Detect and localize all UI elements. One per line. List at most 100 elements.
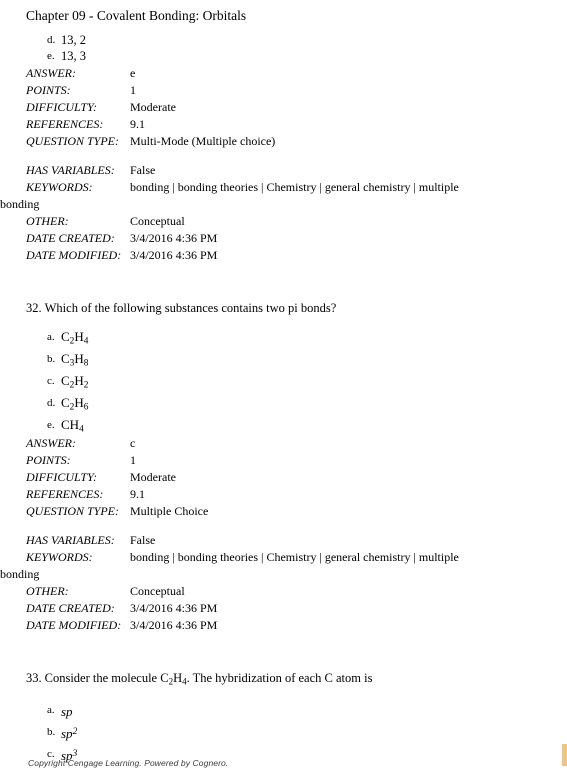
metadata-label: OTHER: bbox=[26, 584, 69, 598]
choice-text: 13, 2 bbox=[61, 33, 86, 47]
metadata-row-other: OTHER: Conceptual bbox=[0, 583, 567, 600]
metadata-value: c bbox=[130, 436, 136, 450]
metadata-label: POINTS: bbox=[26, 453, 71, 467]
metadata-row-question-type: QUESTION TYPE: Multiple Choice bbox=[0, 503, 567, 532]
metadata-value: 9.1 bbox=[130, 487, 145, 501]
metadata-row-question-type: QUESTION TYPE: Multi-Mode (Multiple choi… bbox=[0, 133, 567, 162]
footer-copyright: Copyright Cengage Learning. Powered by C… bbox=[28, 758, 229, 768]
metadata-row-date-created: DATE CREATED: 3/4/2016 4:36 PM bbox=[0, 230, 567, 247]
metadata-row-difficulty: DIFFICULTY: Moderate bbox=[0, 99, 567, 116]
formula-subscript: 8 bbox=[83, 358, 89, 369]
metadata-row-has-variables: HAS VARIABLES: False bbox=[0, 532, 567, 549]
metadata-label: REFERENCES: bbox=[26, 117, 104, 131]
metadata-label: DATE MODIFIED: bbox=[26, 618, 122, 632]
metadata-row-keywords: KEYWORDS: bonding | bonding theories | C… bbox=[0, 549, 567, 583]
metadata-row-points: POINTS: 1 bbox=[0, 452, 567, 469]
question-number: 33. bbox=[26, 671, 42, 685]
formula-subscript: 4 bbox=[79, 424, 84, 435]
metadata-row-date-modified: DATE MODIFIED: 3/4/2016 4:36 PM bbox=[0, 617, 567, 646]
formula-element: H bbox=[74, 395, 84, 410]
choice-letter: e. bbox=[47, 419, 55, 431]
list-item[interactable]: d. C2H6 bbox=[0, 390, 567, 412]
metadata-label: KEYWORDS: bbox=[26, 180, 93, 194]
formula-subscript: 6 bbox=[83, 402, 89, 413]
choice-letter: b. bbox=[47, 353, 56, 365]
question-33-choices: a. sp b. sp2 c. sp3 bbox=[0, 697, 567, 763]
hybridization-base: sp bbox=[61, 704, 73, 720]
formula-element: CH bbox=[61, 417, 80, 432]
formula-element: C bbox=[61, 351, 70, 366]
question-text-part3: . The hybridization of each C atom is bbox=[186, 671, 373, 685]
previous-question-choices: d. 13, 2 e. 13, 3 bbox=[0, 32, 567, 64]
list-item[interactable]: e. CH4 bbox=[0, 412, 567, 434]
question-text: Which of the following substances contai… bbox=[44, 301, 337, 315]
metadata-value: Conceptual bbox=[130, 584, 185, 598]
metadata-label: DATE CREATED: bbox=[26, 231, 115, 245]
metadata-value: e bbox=[130, 66, 136, 80]
list-item[interactable]: b. C3H8 bbox=[0, 346, 567, 368]
metadata-row-answer: ANSWER: e bbox=[0, 65, 567, 82]
list-item[interactable]: e. 13, 3 bbox=[0, 48, 567, 64]
formula-element: H bbox=[74, 373, 84, 388]
metadata-label: HAS VARIABLES: bbox=[26, 533, 115, 547]
metadata-label: DATE CREATED: bbox=[26, 601, 115, 615]
choice-letter: c. bbox=[47, 375, 55, 387]
metadata-label: DIFFICULTY: bbox=[26, 470, 97, 484]
question-text-part1: Consider the molecule C bbox=[44, 671, 169, 685]
choice-letter: b. bbox=[47, 726, 56, 739]
question-33-stem: 33. Consider the molecule C2H4. The hybri… bbox=[0, 670, 567, 690]
metadata-row-date-modified: DATE MODIFIED: 3/4/2016 4:36 PM bbox=[0, 247, 567, 276]
metadata-value: Multiple Choice bbox=[130, 504, 209, 518]
metadata-row-references: REFERENCES: 9.1 bbox=[0, 116, 567, 133]
choice-letter: d. bbox=[47, 397, 56, 409]
list-item[interactable]: c. C2H2 bbox=[0, 368, 567, 390]
metadata-value: False bbox=[130, 163, 156, 177]
metadata-label: QUESTION TYPE: bbox=[26, 504, 120, 518]
metadata-value: Moderate bbox=[130, 470, 176, 484]
metadata-value: 3/4/2016 4:36 PM bbox=[130, 231, 218, 245]
formula-subscript: 2 bbox=[83, 380, 89, 391]
metadata-block-question-32: ANSWER: c POINTS: 1 DIFFICULTY: Moderate… bbox=[0, 435, 567, 646]
metadata-label: QUESTION TYPE: bbox=[26, 134, 120, 148]
list-item[interactable]: d. 13, 2 bbox=[0, 32, 567, 48]
choice-letter: a. bbox=[47, 331, 55, 343]
choice-text: 13, 3 bbox=[61, 49, 86, 63]
metadata-label: REFERENCES: bbox=[26, 487, 104, 501]
metadata-row-other: OTHER: Conceptual bbox=[0, 213, 567, 230]
formula-element: H bbox=[74, 351, 84, 366]
metadata-value: 1 bbox=[130, 453, 136, 467]
metadata-value: 3/4/2016 4:36 PM bbox=[130, 601, 218, 615]
hybridization-exponent: 2 bbox=[72, 727, 78, 738]
list-item[interactable]: b. sp2 bbox=[0, 719, 567, 741]
metadata-label: ANSWER: bbox=[26, 436, 76, 450]
metadata-row-has-variables: HAS VARIABLES: False bbox=[0, 162, 567, 179]
metadata-row-keywords: KEYWORDS: bonding | bonding theories | C… bbox=[0, 179, 567, 213]
formula-element: C bbox=[61, 395, 70, 410]
metadata-label: DATE MODIFIED: bbox=[26, 248, 122, 262]
metadata-value: 9.1 bbox=[130, 117, 145, 131]
metadata-row-points: POINTS: 1 bbox=[0, 82, 567, 99]
scrollbar-thumb[interactable] bbox=[562, 744, 567, 766]
question-32-stem: 32. Which of the following substances con… bbox=[0, 300, 567, 317]
metadata-value: 1 bbox=[130, 83, 136, 97]
formula-subscript: 4 bbox=[83, 336, 89, 347]
metadata-label: OTHER: bbox=[26, 214, 69, 228]
list-item[interactable]: a. C2H4 bbox=[0, 324, 567, 346]
metadata-row-answer: ANSWER: c bbox=[0, 435, 567, 452]
question-32-choices: a. C2H4 b. C3H8 c. C2H2 d. C2H6 e. CH4 bbox=[0, 324, 567, 434]
formula-element: H bbox=[74, 329, 84, 344]
hybridization-base: sp bbox=[61, 726, 73, 742]
metadata-row-difficulty: DIFFICULTY: Moderate bbox=[0, 469, 567, 486]
choice-letter: a. bbox=[47, 704, 55, 717]
metadata-value: False bbox=[130, 533, 156, 547]
question-text-part2: H bbox=[173, 671, 183, 685]
list-item[interactable]: a. sp bbox=[0, 697, 567, 719]
metadata-row-date-created: DATE CREATED: 3/4/2016 4:36 PM bbox=[0, 600, 567, 617]
metadata-label: HAS VARIABLES: bbox=[26, 163, 115, 177]
formula-element: C bbox=[61, 329, 70, 344]
page-title: Chapter 09 - Covalent Bonding: Orbitals bbox=[26, 8, 247, 23]
